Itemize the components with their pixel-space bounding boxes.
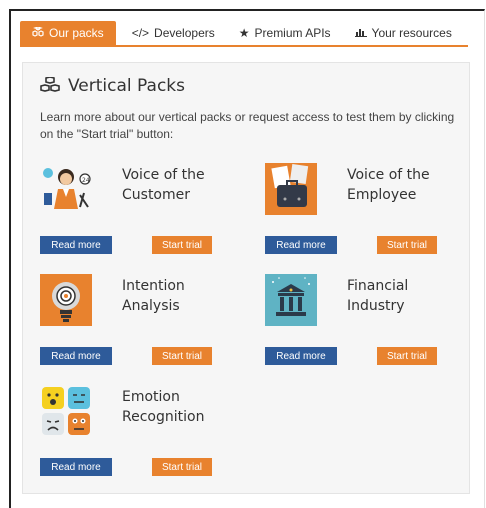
pack-voice-of-customer: 24 Voice of the Customer Read more Start… — [40, 163, 250, 263]
pack-title: Voice of the Employee — [347, 167, 430, 203]
tab-our-packs[interactable]: Our packs — [20, 21, 116, 45]
section-title: Vertical Packs — [68, 76, 185, 96]
read-more-button[interactable]: Read more — [265, 347, 337, 365]
section-intro: Learn more about our vertical packs or r… — [40, 110, 455, 141]
svg-text:24: 24 — [82, 177, 90, 184]
start-trial-button[interactable]: Start trial — [152, 236, 212, 254]
pack-title: Voice of the Customer — [122, 167, 205, 203]
pack-financial-industry: Financial Industry Read more Start trial — [265, 274, 475, 374]
pack-title: Emotion Recognition — [122, 389, 205, 425]
cubes-icon — [32, 25, 44, 40]
pack-title: Intention Analysis — [122, 278, 185, 314]
pack-intention-analysis: Intention Analysis Read more Start trial — [40, 274, 250, 374]
bar-chart-icon — [354, 27, 367, 39]
read-more-button[interactable]: Read more — [40, 236, 112, 254]
read-more-button[interactable]: Read more — [40, 347, 112, 365]
customer-agent-icon: 24 — [43, 168, 91, 209]
section-heading: Vertical Packs — [40, 76, 185, 96]
emotion-faces-icon — [42, 387, 90, 435]
tab-label: Your resources — [371, 26, 452, 40]
pack-voice-of-employee: Voice of the Employee Read more Start tr… — [265, 163, 475, 263]
code-icon: </> — [131, 26, 150, 40]
tab-your-resources[interactable]: Your resources — [343, 21, 464, 45]
start-trial-button[interactable]: Start trial — [152, 458, 212, 476]
employee-briefcase-icon — [265, 163, 317, 215]
start-trial-button[interactable]: Start trial — [377, 347, 437, 365]
lightbulb-icon — [40, 274, 92, 326]
bank-icon — [265, 274, 317, 326]
tab-label: Developers — [154, 26, 215, 40]
tab-developers[interactable]: </> Developers — [120, 21, 227, 45]
tab-bar: Our packs </> Developers ★ Premium APIs … — [20, 21, 468, 47]
read-more-button[interactable]: Read more — [40, 458, 112, 476]
vertical-packs-panel: Vertical Packs Learn more about our vert… — [22, 62, 470, 494]
start-trial-button[interactable]: Start trial — [377, 236, 437, 254]
pack-emotion-recognition: Emotion Recognition Read more Start tria… — [40, 385, 250, 485]
cubes-icon — [40, 77, 60, 92]
tab-premium-apis[interactable]: ★ Premium APIs — [227, 21, 343, 45]
tab-label: Our packs — [49, 26, 104, 40]
start-trial-button[interactable]: Start trial — [152, 347, 212, 365]
read-more-button[interactable]: Read more — [265, 236, 337, 254]
tab-label: Premium APIs — [254, 26, 331, 40]
pack-title: Financial Industry — [347, 278, 409, 314]
star-icon: ★ — [238, 26, 250, 40]
